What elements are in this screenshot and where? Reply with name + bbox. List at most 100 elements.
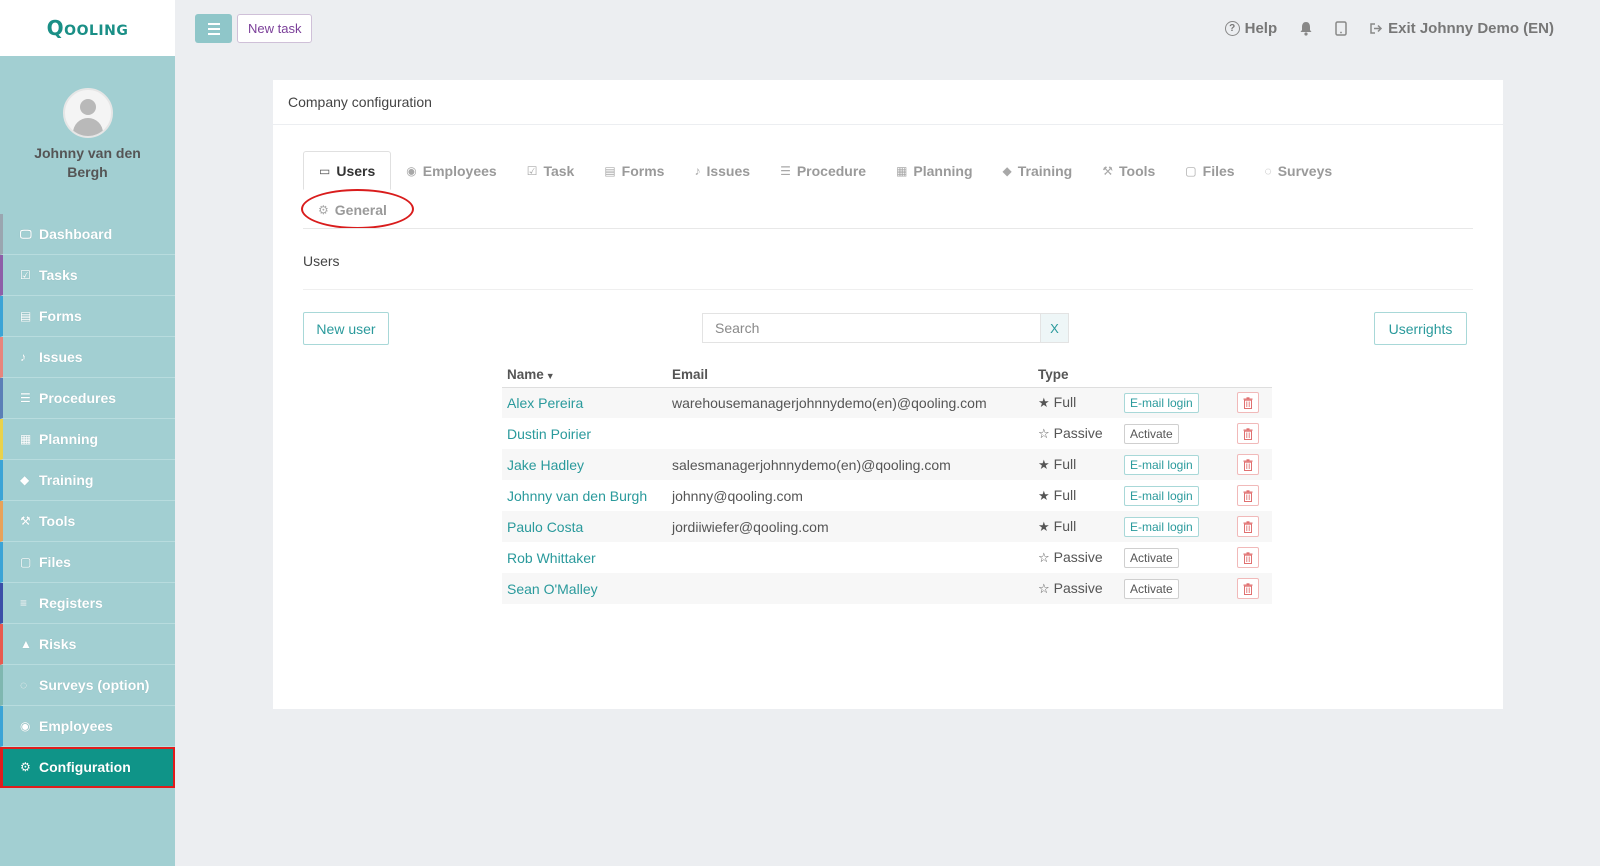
column-header-name-label: Name bbox=[507, 367, 544, 383]
exit-icon bbox=[1370, 22, 1383, 34]
user-type-label: Full bbox=[1053, 518, 1077, 534]
user-name-link[interactable]: Rob Whittaker bbox=[507, 550, 596, 566]
email-login-button[interactable]: E-mail login bbox=[1124, 392, 1199, 413]
search-input[interactable] bbox=[702, 313, 1041, 343]
tab-users[interactable]: ▭ Users bbox=[303, 151, 392, 190]
tab-planning[interactable]: ▦ Planning bbox=[881, 151, 987, 190]
gear-icon: ⚙ bbox=[20, 760, 31, 774]
list-icon: ☰ bbox=[20, 391, 31, 405]
sidebar-item-tools[interactable]: ⚒ Tools bbox=[0, 501, 175, 542]
exit-demo-link[interactable]: Exit Johnny Demo (EN) bbox=[1369, 20, 1554, 37]
sidebar-item-procedures[interactable]: ☰ Procedures bbox=[0, 378, 175, 419]
sidebar-nav: 🖵 Dashboard ☑ Tasks ▤ Forms ♪ Issues ☰ Procedures… bbox=[0, 214, 175, 788]
sidebar-item-employees[interactable]: ◉ Employees bbox=[0, 706, 175, 747]
tab-employees[interactable]: ◉ Employees bbox=[391, 151, 511, 190]
tab-label: Task bbox=[543, 162, 575, 179]
tab-general[interactable]: ⚙ General bbox=[301, 189, 414, 229]
notifications-button[interactable] bbox=[1299, 21, 1313, 36]
tab-procedure[interactable]: ☰ Procedure bbox=[765, 151, 881, 190]
star-filled-icon: ★ bbox=[1038, 488, 1050, 503]
search-box: X bbox=[702, 313, 1069, 343]
tab-surveys[interactable]: ◌ Surveys bbox=[1250, 151, 1348, 190]
trash-icon bbox=[1243, 489, 1253, 502]
delete-user-button[interactable] bbox=[1237, 516, 1259, 537]
sidebar-item-label: Configuration bbox=[39, 759, 131, 775]
delete-user-button[interactable] bbox=[1237, 392, 1259, 414]
sidebar-item-registers[interactable]: ≡ Registers bbox=[0, 583, 175, 624]
activate-button[interactable]: Activate bbox=[1124, 578, 1179, 599]
delete-user-button[interactable] bbox=[1237, 547, 1259, 568]
check-square-icon: ☑ bbox=[526, 163, 538, 178]
sidebar-item-label: Files bbox=[39, 554, 71, 570]
user-name-link[interactable]: Paulo Costa bbox=[507, 519, 583, 535]
config-panel: Company configuration ▭ Users ◉ Employees ☑ T… bbox=[273, 80, 1503, 709]
sidebar-item-label: Procedures bbox=[39, 390, 117, 406]
help-label: Help bbox=[1244, 19, 1278, 37]
tab-training[interactable]: ◆ Training bbox=[988, 151, 1088, 190]
sidebar-item-tasks[interactable]: ☑ Tasks bbox=[0, 255, 175, 296]
sidebar-item-surveys-option[interactable]: ◌ Surveys (option) bbox=[0, 665, 175, 706]
sidebar-item-training[interactable]: ◆ Training bbox=[0, 460, 175, 501]
tab-forms[interactable]: ▤ Forms bbox=[589, 151, 679, 190]
top-right-menu: ? Help Exit Johnny Demo (EN) bbox=[1224, 0, 1554, 56]
tab-task[interactable]: ☑ Task bbox=[512, 151, 590, 190]
email-login-button[interactable]: E-mail login bbox=[1124, 516, 1199, 537]
user-action-cell: Activate bbox=[1119, 542, 1232, 573]
app-logo[interactable]: Qooling bbox=[47, 16, 129, 40]
email-login-button[interactable]: E-mail login bbox=[1124, 454, 1199, 475]
sidebar-item-label: Tasks bbox=[39, 267, 78, 283]
delete-user-button[interactable] bbox=[1237, 454, 1259, 475]
avatar[interactable] bbox=[62, 88, 113, 138]
trash-icon bbox=[1243, 397, 1253, 409]
sidebar-item-issues[interactable]: ♪ Issues bbox=[0, 337, 175, 378]
logo-area[interactable]: Qooling bbox=[0, 0, 175, 56]
user-delete-cell bbox=[1232, 542, 1272, 573]
file-icon: ▢ bbox=[1185, 163, 1197, 178]
user-name-link[interactable]: Jake Hadley bbox=[507, 457, 584, 473]
new-task-button[interactable]: New task bbox=[237, 14, 313, 43]
search-clear-button[interactable]: X bbox=[1041, 313, 1069, 343]
sidebar-item-files[interactable]: ▢ Files bbox=[0, 542, 175, 583]
hamburger-menu-button[interactable] bbox=[195, 14, 232, 43]
trash-icon bbox=[1243, 582, 1253, 595]
sidebar-item-configuration[interactable]: ⚙ Configuration bbox=[0, 747, 175, 788]
tab-label: Procedure bbox=[796, 162, 867, 179]
tab-files[interactable]: ▢ Files bbox=[1170, 151, 1249, 190]
sidebar-item-risks[interactable]: ▲ Risks bbox=[0, 624, 175, 665]
email-login-button[interactable]: E-mail login bbox=[1124, 485, 1199, 506]
sidebar-item-dashboard[interactable]: 🖵 Dashboard bbox=[0, 214, 175, 255]
userrights-button[interactable]: Userrights bbox=[1374, 312, 1467, 345]
tab-tools[interactable]: ⚒ Tools bbox=[1087, 151, 1170, 190]
section-divider bbox=[303, 289, 1473, 290]
help-link[interactable]: ? Help bbox=[1224, 19, 1278, 37]
sidebar-item-planning[interactable]: ▦ Planning bbox=[0, 419, 175, 460]
bell-icon: ♪ bbox=[694, 163, 701, 178]
star-filled-icon: ★ bbox=[1038, 395, 1050, 411]
column-header-action bbox=[1119, 363, 1232, 388]
sidebar-item-label: Tools bbox=[39, 513, 76, 529]
section-title: Users bbox=[303, 253, 340, 269]
user-type-label: Full bbox=[1053, 456, 1077, 472]
user-name-link[interactable]: Dustin Poirier bbox=[507, 426, 591, 442]
user-type-label: Passive bbox=[1053, 549, 1103, 565]
activate-button[interactable]: Activate bbox=[1124, 423, 1179, 444]
tab-issues[interactable]: ♪ Issues bbox=[679, 151, 765, 190]
delete-user-button[interactable] bbox=[1237, 423, 1259, 444]
document-icon: ▤ bbox=[20, 309, 32, 323]
delete-user-button[interactable] bbox=[1237, 578, 1259, 599]
user-name-link[interactable]: Sean O'Malley bbox=[507, 581, 598, 597]
sidebar-item-forms[interactable]: ▤ Forms bbox=[0, 296, 175, 337]
tab-label: Files bbox=[1202, 162, 1235, 179]
column-header-name[interactable]: Name ▼ bbox=[502, 363, 667, 388]
new-user-button[interactable]: New user bbox=[303, 312, 389, 345]
delete-user-button[interactable] bbox=[1237, 485, 1259, 506]
user-name-link[interactable]: Alex Pereira bbox=[507, 395, 583, 411]
activate-button[interactable]: Activate bbox=[1124, 547, 1179, 568]
user-name-link[interactable]: Johnny van den Burgh bbox=[507, 488, 647, 504]
user-action-cell: E-mail login bbox=[1119, 511, 1232, 542]
sidebar-item-label: Risks bbox=[39, 636, 77, 652]
user-type-cell: ★ Full bbox=[1033, 480, 1119, 511]
user-email-cell: johnny@qooling.com bbox=[672, 487, 803, 504]
star-outline-icon: ☆ bbox=[1038, 581, 1050, 596]
tablet-button[interactable] bbox=[1335, 20, 1347, 36]
